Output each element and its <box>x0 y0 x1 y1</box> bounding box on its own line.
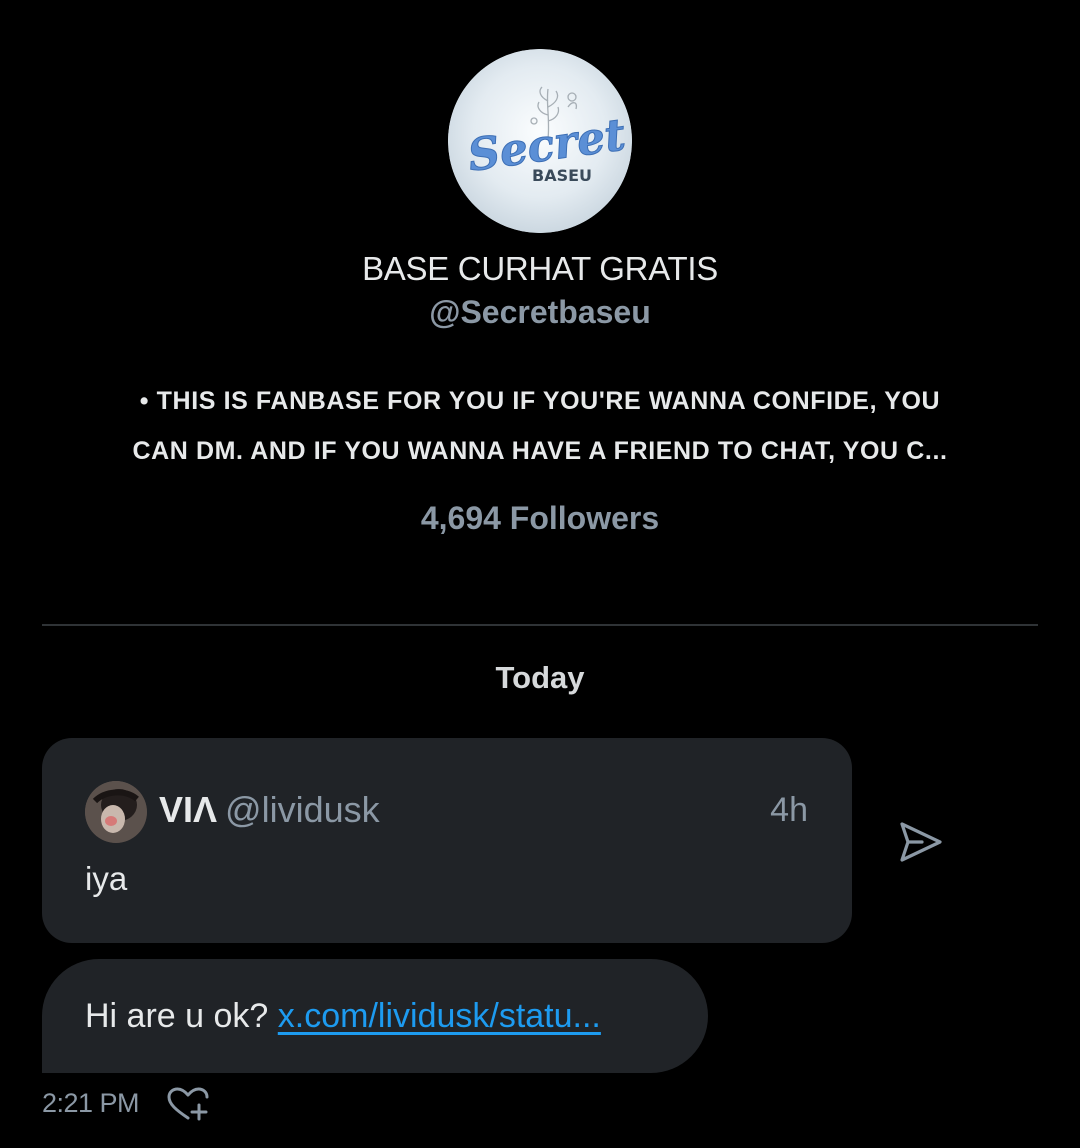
post-author-name: VIΛ <box>159 789 218 830</box>
profile-handle[interactable]: @Secretbaseu <box>0 294 1080 331</box>
message-bubble[interactable]: Hi are u ok? x.com/lividusk/statu... <box>42 959 708 1073</box>
avatar-photo <box>85 781 147 843</box>
followers-count[interactable]: 4,694 Followers <box>0 500 1080 537</box>
post-text: iya <box>85 860 128 897</box>
logo-subtext: BASEU <box>532 166 592 185</box>
bio-line-1: • THIS IS FANBASE FOR YOU IF YOU'RE WANN… <box>139 387 941 415</box>
profile-bio: • THIS IS FANBASE FOR YOU IF YOU'RE WANN… <box>60 376 1020 476</box>
heart-plus-icon[interactable] <box>166 1086 210 1122</box>
secret-baseu-logo: Secret BASEU <box>448 49 632 233</box>
profile-name[interactable]: BASE CURHAT GRATIS <box>0 250 1080 288</box>
message-link[interactable]: x.com/lividusk/statu... <box>278 997 601 1035</box>
message-timestamp: 2:21 PM <box>42 1088 140 1118</box>
post-author[interactable]: VIΛ @lividusk <box>159 790 380 830</box>
message-text: Hi are u ok? <box>85 997 269 1035</box>
bio-line-2: CAN DM. AND IF YOU WANNA HAVE A FRIEND T… <box>132 437 948 465</box>
post-author-handle: @lividusk <box>225 789 380 830</box>
shared-post-card[interactable]: VIΛ @lividusk 4h iya <box>42 738 852 943</box>
profile-avatar[interactable]: Secret BASEU <box>448 49 632 233</box>
divider <box>42 624 1038 626</box>
post-author-avatar[interactable] <box>85 781 147 843</box>
post-timestamp: 4h <box>770 791 808 829</box>
send-icon[interactable] <box>896 818 944 866</box>
date-separator: Today <box>495 660 585 695</box>
dm-conversation-screen: Secret BASEU BASE CURHAT GRATIS @Secretb… <box>0 0 1080 1148</box>
